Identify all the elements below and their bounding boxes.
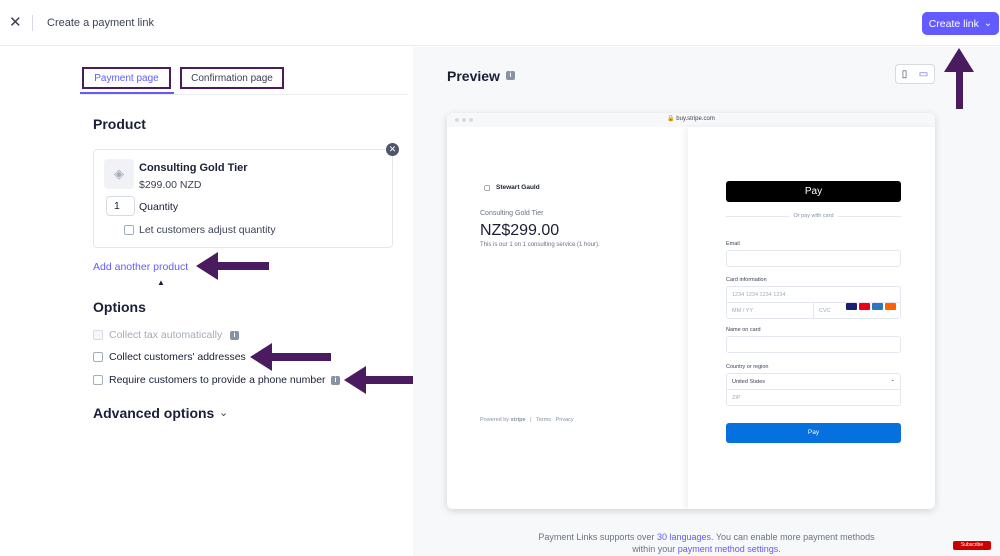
add-another-product-link[interactable]: Add another product bbox=[93, 261, 188, 273]
preview-price: NZ$299.00 bbox=[480, 222, 560, 239]
url-text: buy.stripe.com bbox=[676, 116, 715, 122]
chevron-down-icon: ⌄ bbox=[983, 18, 993, 29]
annotation-arrow-shaft bbox=[270, 353, 331, 361]
annotation-arrow-icon bbox=[344, 366, 366, 394]
terms-link[interactable]: Terms bbox=[536, 417, 551, 423]
pay-button[interactable]: Pay bbox=[726, 423, 901, 443]
stripe-logo: stripe bbox=[510, 417, 526, 423]
or-pay-with-card: Or pay with card bbox=[726, 213, 901, 219]
browser-url: 🔒 buy.stripe.com bbox=[447, 115, 935, 122]
create-link-button[interactable]: Create link ⌄ bbox=[922, 12, 999, 35]
checkout-form: Pay Or pay with card Email Card informat… bbox=[688, 127, 935, 509]
preview-product-name: Consulting Gold Tier bbox=[480, 210, 544, 217]
require-phone-checkbox[interactable] bbox=[93, 375, 103, 385]
checkout-summary: ▢ Stewart Gauld Consulting Gold Tier NZ$… bbox=[447, 127, 688, 509]
collect-tax-label: Collect tax automatically bbox=[109, 329, 223, 341]
payment-method-settings-link[interactable]: payment method settings bbox=[678, 544, 779, 554]
tab-payment-page[interactable]: Payment page bbox=[82, 67, 171, 89]
card-info-label: Card information bbox=[726, 277, 767, 283]
lock-icon: 🔒 bbox=[667, 116, 675, 122]
page-title: Create a payment link bbox=[47, 17, 154, 29]
info-icon[interactable]: i bbox=[331, 376, 340, 385]
mobile-icon[interactable]: ▯ bbox=[902, 69, 908, 80]
annotation-arrow-shaft bbox=[956, 71, 963, 109]
chevron-down-icon: ⌄ bbox=[890, 377, 895, 383]
cvc-field[interactable]: CVC bbox=[813, 302, 901, 319]
country-select[interactable]: United States ⌄ bbox=[726, 373, 901, 390]
product-name: Consulting Gold Tier bbox=[139, 162, 248, 174]
apple-pay-button[interactable]: Pay bbox=[726, 181, 901, 202]
chevron-down-icon[interactable]: ⌄ bbox=[219, 406, 228, 419]
preview-title: Preview bbox=[447, 68, 500, 84]
email-field[interactable] bbox=[726, 250, 901, 267]
product-image-icon: ◈ bbox=[104, 159, 134, 189]
require-phone-label: Require customers to provide a phone num… bbox=[109, 374, 326, 386]
privacy-link[interactable]: Privacy bbox=[556, 417, 574, 423]
browser-bar: 🔒 buy.stripe.com bbox=[447, 113, 935, 127]
tab-confirmation-page[interactable]: Confirmation page bbox=[180, 67, 284, 89]
checkout-footer: Powered by stripe | Terms Privacy bbox=[480, 417, 574, 423]
adjust-quantity-label: Let customers adjust quantity bbox=[139, 224, 276, 236]
subscribe-badge: Subscribe bbox=[953, 541, 991, 550]
zip-field[interactable]: ZIP bbox=[726, 389, 901, 406]
checkout-preview: 🔒 buy.stripe.com ▢ Stewart Gauld Consult… bbox=[447, 113, 935, 509]
mouse-cursor-icon: ▲ bbox=[157, 278, 165, 287]
languages-note: Payment Links supports over 30 languages… bbox=[538, 532, 875, 554]
merchant-icon: ▢ bbox=[484, 185, 491, 192]
preview-description: This is our 1 on 1 consulting service (1… bbox=[480, 242, 600, 248]
collect-addresses-label: Collect customers' addresses bbox=[109, 351, 246, 363]
product-card: ◈ Consulting Gold Tier $299.00 NZD 1 Qua… bbox=[93, 149, 393, 248]
name-on-card-field[interactable] bbox=[726, 336, 901, 353]
quantity-label: Quantity bbox=[139, 201, 179, 213]
options-heading: Options bbox=[93, 299, 146, 315]
product-price: $299.00 NZD bbox=[139, 179, 202, 191]
preview-pane: Preview i ▯ ▭ 🔒 buy.stripe.com ▢ Stewart… bbox=[413, 47, 1000, 556]
expiry-field[interactable]: MM / YY bbox=[726, 302, 814, 319]
device-toggle[interactable]: ▯ ▭ bbox=[895, 64, 935, 84]
collect-tax-checkbox[interactable] bbox=[93, 330, 103, 340]
annotation-arrow-icon bbox=[196, 252, 218, 280]
adjust-quantity-checkbox[interactable] bbox=[124, 225, 134, 235]
annotation-arrow-icon bbox=[944, 48, 974, 72]
product-heading: Product bbox=[93, 116, 146, 132]
tab-divider bbox=[80, 94, 408, 95]
merchant-name: Stewart Gauld bbox=[496, 184, 540, 191]
info-icon[interactable]: i bbox=[230, 331, 239, 340]
email-label: Email bbox=[726, 241, 740, 247]
create-link-label: Create link bbox=[928, 17, 979, 30]
divider bbox=[32, 15, 33, 31]
close-icon[interactable]: ✕ bbox=[9, 15, 22, 30]
info-icon[interactable]: i bbox=[506, 71, 515, 80]
annotation-arrow-shaft bbox=[216, 262, 269, 270]
collect-addresses-checkbox[interactable] bbox=[93, 352, 103, 362]
name-on-card-label: Name on card bbox=[726, 327, 761, 333]
country-label: Country or region bbox=[726, 364, 769, 370]
editor-pane: Payment page Confirmation page Product ◈… bbox=[0, 47, 422, 556]
advanced-options-toggle[interactable]: Advanced options bbox=[93, 405, 214, 421]
remove-product-icon[interactable]: ✕ bbox=[386, 143, 399, 156]
apple-pay-label: Pay bbox=[804, 186, 823, 197]
languages-link[interactable]: 30 languages bbox=[657, 532, 711, 542]
powered-by: Powered by bbox=[480, 417, 510, 423]
quantity-input[interactable]: 1 bbox=[106, 196, 135, 216]
top-bar: ✕ Create a payment link Create link ⌄ bbox=[0, 0, 1000, 46]
card-number-field[interactable]: 1234 1234 1234 1234 bbox=[726, 286, 901, 303]
desktop-icon[interactable]: ▭ bbox=[919, 69, 928, 80]
annotation-arrow-icon bbox=[250, 343, 272, 371]
